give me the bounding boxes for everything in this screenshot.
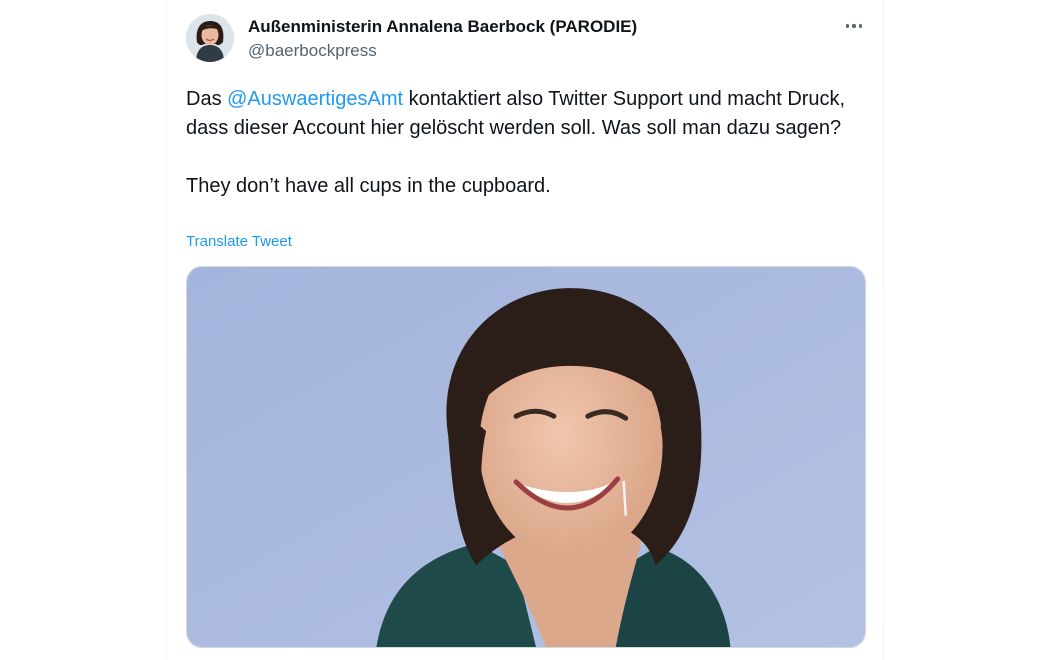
more-options-button[interactable]: [839, 14, 869, 38]
tweet-text: Das @AuswaertigesAmt kontaktiert also Tw…: [186, 85, 876, 201]
avatar-photo: [186, 14, 234, 62]
author-handle[interactable]: @baerbockpress: [248, 41, 377, 61]
tweet-card: Außenministerin Annalena Baerbock (PAROD…: [166, 0, 884, 660]
more-horizontal-icon: [845, 24, 850, 28]
tweet-paragraph-1: Das @AuswaertigesAmt kontaktiert also Tw…: [186, 85, 876, 143]
author-display-name[interactable]: Außenministerin Annalena Baerbock (PAROD…: [248, 17, 637, 37]
more-icon-dot: [852, 24, 856, 28]
author-avatar[interactable]: [186, 14, 234, 62]
tweet-text-prefix: Das: [186, 88, 228, 110]
more-icon-dot: [858, 24, 863, 28]
mention-link[interactable]: @AuswaertigesAmt: [227, 88, 403, 110]
tweet-paragraph-2: They don’t have all cups in the cupboard…: [186, 175, 551, 197]
translate-tweet-link[interactable]: Translate Tweet: [186, 233, 292, 250]
photo-woman-smiling: [187, 267, 865, 647]
tweet-photo[interactable]: [186, 266, 866, 648]
